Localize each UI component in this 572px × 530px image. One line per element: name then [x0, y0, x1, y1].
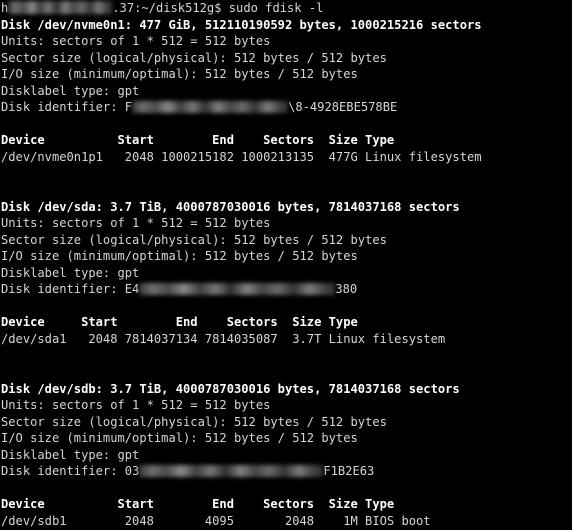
disk-units-nvme0n1: Units: sectors of 1 * 512 = 512 bytes: [1, 34, 271, 49]
disk-sector-size-sdb: Sector size (logical/physical): 512 byte…: [1, 414, 387, 429]
disk-identifier-suffix: F1B2E63: [323, 464, 375, 479]
table-row: /dev/sda1 2048 7814037134 7814035087 3.7…: [1, 331, 446, 346]
disk-identifier-nvme0n1: Disk identifier: F \8-4928EBE578BE: [0, 99, 572, 116]
disk-label-type-sda: Disklabel type: gpt: [1, 265, 140, 280]
disk-header-sda: Disk /dev/sda: 3.7 TiB, 4000787030016 by…: [1, 199, 460, 214]
disk-sector-size-nvme0n1: Sector size (logical/physical): 512 byte…: [1, 50, 387, 65]
disk-io-size-nvme0n1: I/O size (minimum/optimal): 512 bytes / …: [1, 67, 358, 82]
disk-identifier-label: Disk identifier:: [1, 282, 125, 297]
disk-identifier-label: Disk identifier:: [1, 464, 125, 479]
partition-table-headers-nvme0n1: Device Start End Sectors Size Type: [1, 133, 395, 148]
prompt-prefix: h: [1, 1, 9, 15]
prompt-line-top: h .37:~/disk512g$ sudo fdisk -l: [0, 0, 572, 17]
disk-label-type-sdb: Disklabel type: gpt: [1, 447, 140, 462]
disk-io-size-sdb: I/O size (minimum/optimal): 512 bytes / …: [1, 431, 358, 446]
prompt-suffix: .37:~/disk512g$: [112, 1, 229, 15]
terminal-window[interactable]: h .37:~/disk512g$ sudo fdisk -l Disk /dev…: [0, 0, 572, 530]
disk-identifier-prefix: F: [124, 100, 133, 115]
disk-identifier-prefix: 03: [124, 464, 140, 479]
redacted-uuid-block: [132, 100, 289, 113]
disk-header-nvme0n1: Disk /dev/nvme0n1: 477 GiB, 512110190592…: [1, 17, 482, 32]
disk-identifier-suffix: 380: [335, 282, 358, 297]
disk-label-type-nvme0n1: Disklabel type: gpt: [1, 83, 140, 98]
disk-identifier-sda: Disk identifier: E4 380: [0, 281, 572, 298]
command-text: sudo fdisk -l: [228, 1, 324, 15]
disk-identifier-prefix: E4: [124, 282, 140, 297]
disk-units-sda: Units: sectors of 1 * 512 = 512 bytes: [1, 216, 271, 231]
partition-table-headers-sdb: Device Start End Sectors Size Type: [1, 497, 395, 512]
disk-identifier-suffix: \8-4928EBE578BE: [288, 100, 398, 115]
partition-table-headers-sda: Device Start End Sectors Size Type: [1, 315, 358, 330]
table-row: /dev/sdb1 2048 4095 2048 1M BIOS boot: [1, 513, 431, 528]
disk-header-sdb: Disk /dev/sdb: 3.7 TiB, 4000787030016 by…: [1, 381, 460, 396]
disk-sector-size-sda: Sector size (logical/physical): 512 byte…: [1, 232, 387, 247]
table-row: /dev/nvme0n1p1 2048 1000215182 100021313…: [1, 149, 482, 164]
disk-io-size-sda: I/O size (minimum/optimal): 512 bytes / …: [1, 249, 358, 264]
disk-identifier-sdb: Disk identifier: 03 F1B2E63: [0, 463, 572, 480]
redacted-uuid-block: [139, 282, 336, 295]
redacted-hostname-block: [8, 1, 113, 14]
redacted-uuid-block: [139, 464, 324, 477]
disk-units-sdb: Units: sectors of 1 * 512 = 512 bytes: [1, 398, 271, 413]
disk-identifier-label: Disk identifier:: [1, 100, 125, 115]
